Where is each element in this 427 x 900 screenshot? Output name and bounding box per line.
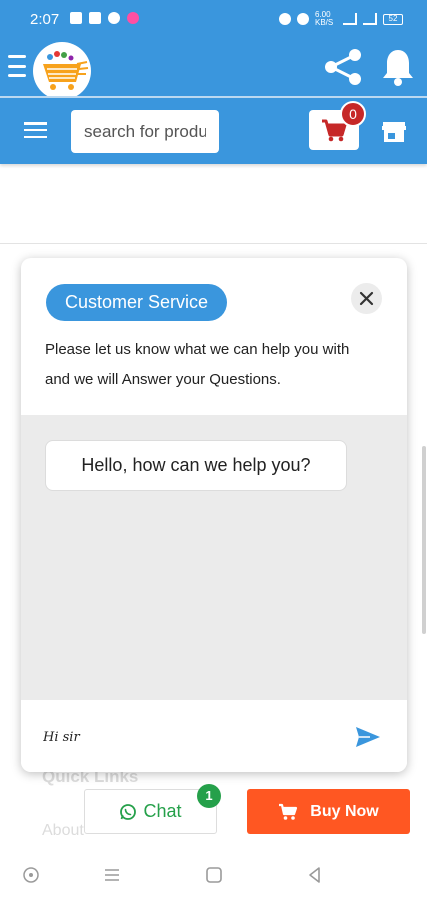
facebook-icon <box>70 12 82 24</box>
chat-message-input[interactable] <box>43 724 343 750</box>
whatsapp-icon <box>120 803 137 820</box>
close-icon <box>359 291 374 306</box>
close-chat-button[interactable] <box>351 283 382 314</box>
side-menu-icon[interactable] <box>8 55 26 77</box>
page-divider <box>0 243 427 244</box>
signal-icon <box>343 13 357 25</box>
app-bar <box>0 38 427 100</box>
send-icon[interactable] <box>354 725 382 749</box>
search-input[interactable] <box>71 110 219 153</box>
system-icons: 6.00 KB/S 52 <box>279 11 403 27</box>
messenger-icon <box>108 12 120 24</box>
alarm-icon <box>297 13 309 25</box>
bell-icon[interactable] <box>380 47 416 87</box>
store-icon[interactable] <box>382 120 406 144</box>
assistant-icon[interactable] <box>21 865 41 885</box>
share-icon[interactable] <box>322 48 364 86</box>
youtube-icon <box>89 12 101 24</box>
logo[interactable] <box>33 42 91 100</box>
customer-service-tag: Customer Service <box>46 284 228 321</box>
logo-cart-icon <box>35 44 89 98</box>
vibrate-icon <box>279 13 291 25</box>
notification-icons <box>70 12 139 24</box>
page-scrollbar[interactable] <box>422 446 426 634</box>
buy-cart-icon <box>279 803 298 820</box>
agent-message-bubble: Hello, how can we help you? <box>45 440 347 491</box>
system-navigation-bar <box>0 850 427 900</box>
about-link[interactable]: About <box>42 822 84 840</box>
status-bar: 2:07 6.00 KB/S 52 <box>0 0 427 38</box>
chat-compose-bar <box>21 700 407 772</box>
hamburger-menu-icon[interactable] <box>24 122 47 138</box>
chat-intro-text: Please let us know what we can help you … <box>45 341 350 388</box>
chat-unread-badge: 1 <box>197 784 221 808</box>
buy-now-button[interactable]: Buy Now <box>247 789 410 834</box>
chat-button-label: Chat <box>143 801 182 821</box>
home-icon[interactable] <box>204 865 224 885</box>
chat-messages-area: Hello, how can we help you? <box>21 415 407 700</box>
app-notification-icon <box>127 12 139 24</box>
customer-service-chat-panel: Customer Service Please let us know what… <box>21 258 407 772</box>
signal-icon-2 <box>363 13 377 25</box>
status-time: 2:07 <box>30 11 60 28</box>
buy-now-label: Buy Now <box>310 802 379 820</box>
network-speed: 6.00 KB/S <box>315 10 334 27</box>
back-icon[interactable] <box>305 865 325 885</box>
recent-apps-icon[interactable] <box>102 865 122 885</box>
battery-icon: 52 <box>383 13 403 25</box>
cart-count-badge: 0 <box>340 101 366 127</box>
